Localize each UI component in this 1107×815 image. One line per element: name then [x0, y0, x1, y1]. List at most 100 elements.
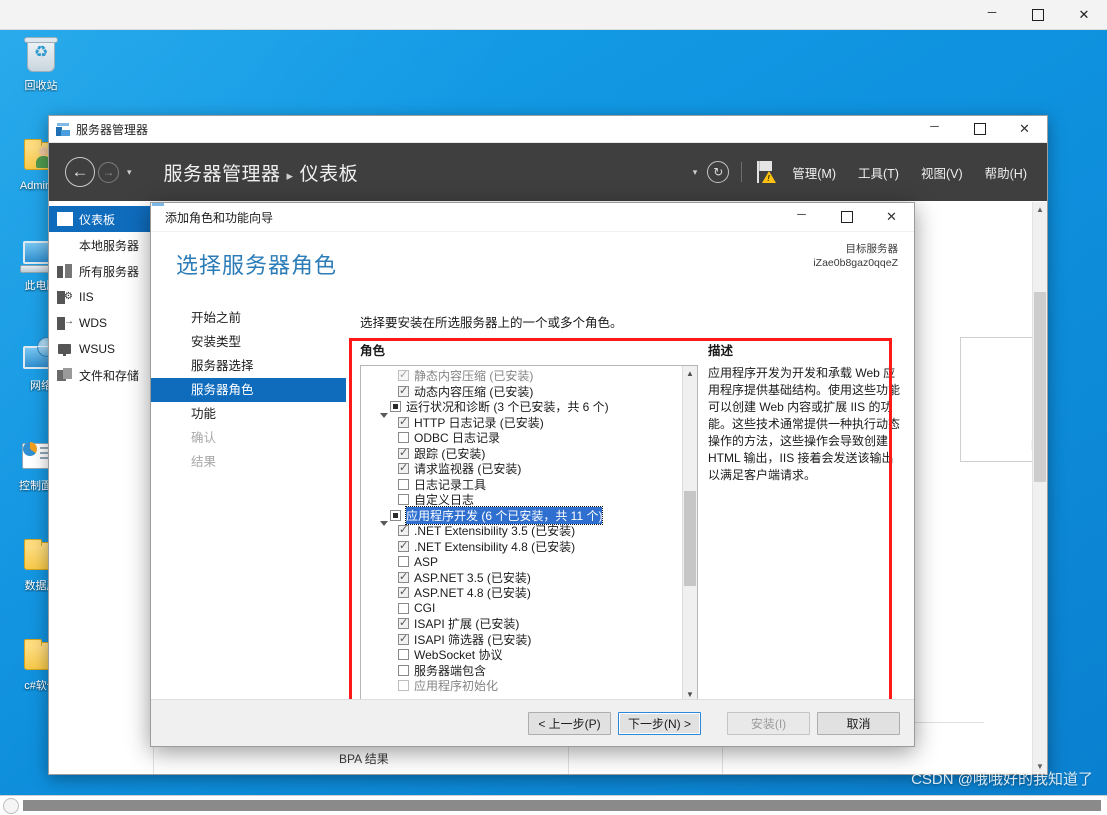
- role-checkbox[interactable]: [398, 463, 409, 474]
- sidebar-item-wsus[interactable]: WSUS: [49, 336, 153, 362]
- role-checkbox[interactable]: [398, 432, 409, 443]
- sidebar-item-iis[interactable]: IIS: [49, 284, 153, 310]
- wizard-titlebar: 添加角色和功能向导: [151, 203, 914, 232]
- menu-help[interactable]: 帮助(H): [985, 163, 1027, 182]
- scroll-up-arrow-icon[interactable]: ▲: [1033, 202, 1047, 217]
- menu-view[interactable]: 视图(V): [921, 163, 963, 182]
- step-results: 结果: [151, 450, 346, 474]
- role-row[interactable]: ISAPI 扩展 (已安装): [361, 616, 682, 632]
- scrollbar-thumb[interactable]: [684, 491, 696, 586]
- role-row[interactable]: 请求监视器 (已安装): [361, 461, 682, 477]
- dashboard-vertical-scrollbar[interactable]: ▲ ▼: [1032, 202, 1047, 774]
- role-label: WebSocket 协议: [414, 646, 502, 663]
- role-row[interactable]: ASP.NET 4.8 (已安装): [361, 585, 682, 601]
- rdp-close-button[interactable]: [1061, 0, 1107, 29]
- role-row[interactable]: 动态内容压缩 (已安装): [361, 384, 682, 400]
- role-checkbox[interactable]: [398, 680, 409, 691]
- role-row[interactable]: 静态内容压缩 (已安装): [361, 368, 682, 384]
- role-row[interactable]: ISAPI 筛选器 (已安装): [361, 632, 682, 648]
- role-row[interactable]: CGI: [361, 601, 682, 617]
- step-features[interactable]: 功能: [151, 402, 346, 426]
- role-row[interactable]: 跟踪 (已安装): [361, 446, 682, 462]
- breadcrumb-root[interactable]: 服务器管理器: [164, 164, 281, 185]
- nav-history-dropdown[interactable]: ▾: [127, 167, 132, 178]
- previous-button[interactable]: < 上一步(P): [528, 712, 611, 735]
- taskbar-track[interactable]: [23, 800, 1101, 811]
- sidebar-item-dashboard[interactable]: 仪表板: [49, 206, 153, 232]
- sidebar-item-file-storage[interactable]: 文件和存储: [49, 362, 153, 388]
- refresh-button[interactable]: ↻: [707, 161, 729, 183]
- role-row[interactable]: 运行状况和诊断 (3 个已安装，共 6 个): [361, 399, 682, 415]
- roles-vertical-scrollbar[interactable]: ▲ ▼: [682, 366, 697, 702]
- wizard-minimize-button[interactable]: [779, 203, 824, 231]
- role-checkbox[interactable]: [398, 556, 409, 567]
- notifications-flag-button[interactable]: [754, 160, 776, 184]
- next-button[interactable]: 下一步(N) >: [618, 712, 701, 735]
- step-server-selection[interactable]: 服务器选择: [151, 354, 346, 378]
- role-row[interactable]: 自定义日志: [361, 492, 682, 508]
- scroll-up-arrow-icon[interactable]: ▲: [683, 366, 697, 381]
- role-label: 自定义日志: [414, 491, 474, 508]
- role-checkbox[interactable]: [398, 525, 409, 536]
- sm-minimize-button[interactable]: [912, 116, 957, 142]
- back-button[interactable]: ←: [65, 157, 95, 187]
- role-checkbox[interactable]: [398, 479, 409, 490]
- role-checkbox[interactable]: [398, 665, 409, 676]
- step-installation-type[interactable]: 安装类型: [151, 330, 346, 354]
- role-checkbox[interactable]: [398, 541, 409, 552]
- role-row[interactable]: HTTP 日志记录 (已安装): [361, 415, 682, 431]
- sm-maximize-button[interactable]: [957, 116, 1002, 142]
- role-row[interactable]: 服务器端包含: [361, 663, 682, 679]
- role-row[interactable]: WebSocket 协议: [361, 647, 682, 663]
- role-row[interactable]: 应用程序初始化: [361, 678, 682, 694]
- sidebar-item-wds[interactable]: WDS: [49, 310, 153, 336]
- scrollbar-thumb[interactable]: [1034, 292, 1046, 482]
- forward-button[interactable]: →: [98, 162, 119, 183]
- roles-list[interactable]: 静态内容压缩 (已安装)动态内容压缩 (已安装)运行状况和诊断 (3 个已安装，…: [361, 366, 682, 702]
- wizard-maximize-button[interactable]: [824, 203, 869, 231]
- role-row[interactable]: 日志记录工具: [361, 477, 682, 493]
- toolbar-overflow-chevron[interactable]: ▾: [693, 167, 698, 178]
- role-checkbox[interactable]: [398, 417, 409, 428]
- role-row[interactable]: ODBC 日志记录: [361, 430, 682, 446]
- taskbar-start-icon[interactable]: [3, 798, 19, 814]
- rdp-minimize-button[interactable]: [969, 0, 1015, 29]
- step-server-roles[interactable]: 服务器角色: [151, 378, 346, 402]
- close-icon: [1079, 8, 1090, 21]
- role-checkbox[interactable]: [398, 618, 409, 629]
- role-checkbox[interactable]: [398, 603, 409, 614]
- menu-tools[interactable]: 工具(T): [858, 163, 899, 182]
- sm-close-button[interactable]: [1002, 116, 1047, 142]
- roles-listbox[interactable]: 静态内容压缩 (已安装)动态内容压缩 (已安装)运行状况和诊断 (3 个已安装，…: [360, 365, 698, 703]
- role-checkbox[interactable]: [398, 448, 409, 459]
- role-checkbox[interactable]: [398, 572, 409, 583]
- rdp-maximize-button[interactable]: [1015, 0, 1061, 29]
- step-label: 开始之前: [191, 311, 241, 325]
- sidebar-item-all-servers[interactable]: 所有服务器: [49, 258, 153, 284]
- role-checkbox[interactable]: [398, 634, 409, 645]
- wizard-close-button[interactable]: [869, 203, 914, 231]
- menu-manage[interactable]: 管理(M): [792, 163, 836, 182]
- description-text: 应用程序开发为开发和承载 Web 应用程序提供基础结构。使用这些功能可以创建 W…: [708, 365, 900, 484]
- role-row[interactable]: .NET Extensibility 4.8 (已安装): [361, 539, 682, 555]
- role-checkbox[interactable]: [398, 494, 409, 505]
- server-manager-sidebar: 仪表板 本地服务器 所有服务器 IIS: [49, 202, 154, 774]
- role-checkbox[interactable]: [398, 370, 409, 381]
- role-checkbox[interactable]: [398, 386, 409, 397]
- minimize-icon: [797, 210, 806, 224]
- role-checkbox[interactable]: [398, 587, 409, 598]
- role-row[interactable]: .NET Extensibility 3.5 (已安装): [361, 523, 682, 539]
- desktop-icon-recycle-bin[interactable]: 回收站: [10, 38, 72, 92]
- role-row[interactable]: ASP: [361, 554, 682, 570]
- step-before-you-begin[interactable]: 开始之前: [151, 306, 346, 330]
- role-row[interactable]: ASP.NET 3.5 (已安装): [361, 570, 682, 586]
- chevron-down-icon: ▾: [127, 167, 132, 177]
- sidebar-item-local-server[interactable]: 本地服务器: [49, 232, 153, 258]
- sidebar-item-label: 所有服务器: [79, 263, 139, 280]
- cancel-button[interactable]: 取消: [817, 712, 900, 735]
- role-row[interactable]: 应用程序开发 (6 个已安装，共 11 个): [361, 508, 682, 524]
- role-checkbox[interactable]: [390, 401, 401, 412]
- description-text-box: 应用程序开发为开发和承载 Web 应用程序提供基础结构。使用这些功能可以创建 W…: [708, 365, 900, 703]
- role-checkbox[interactable]: [398, 649, 409, 660]
- role-checkbox[interactable]: [390, 510, 401, 521]
